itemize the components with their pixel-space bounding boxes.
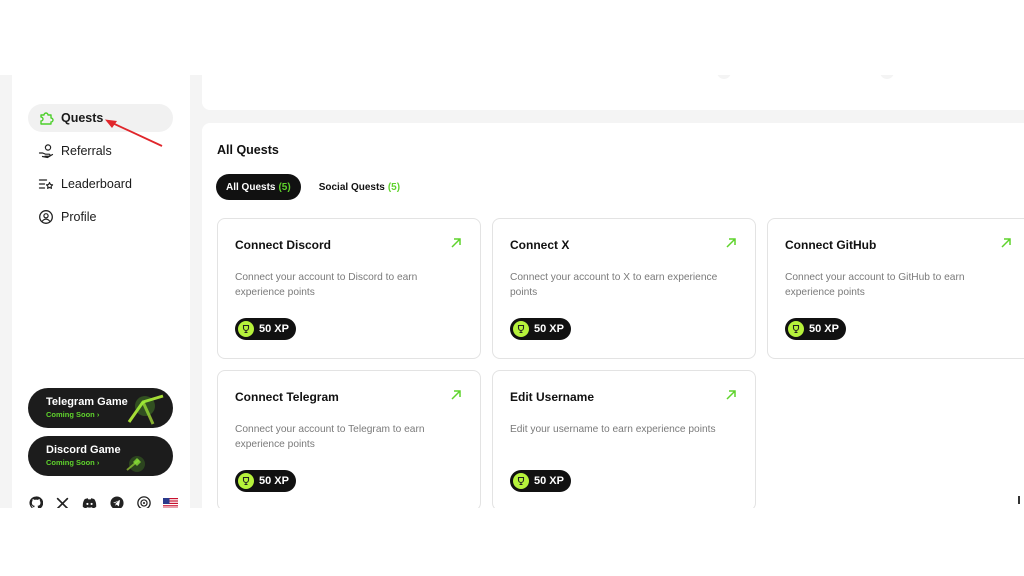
sidebar-item-leaderboard[interactable]: Leaderboard	[28, 170, 173, 198]
top-header-panel	[202, 75, 1024, 110]
x-icon[interactable]	[55, 496, 70, 508]
telegram-game-card[interactable]: Telegram Game Coming Soon ›	[28, 388, 173, 428]
tab-all-quests[interactable]: All Quests (5)	[216, 174, 301, 200]
xp-badge: 50 XP	[510, 318, 571, 340]
quest-description: Connect your account to X to earn experi…	[510, 272, 718, 298]
quest-card-connect-x[interactable]: Connect X Connect your account to X to e…	[492, 218, 756, 359]
quest-title: Edit Username	[510, 390, 595, 404]
quest-title: Connect X	[510, 238, 570, 252]
quest-title: Connect GitHub	[785, 238, 877, 252]
arrow-up-right-icon[interactable]	[450, 237, 462, 249]
tab-count: (5)	[278, 181, 291, 193]
annotation-arrow	[105, 119, 163, 147]
github-icon[interactable]	[28, 496, 43, 508]
sidebar-item-label: Profile	[61, 210, 97, 224]
discord-icon[interactable]	[82, 496, 97, 508]
xp-badge: 50 XP	[235, 470, 296, 492]
game-status: Coming Soon ›	[46, 410, 100, 419]
quest-card-connect-discord[interactable]: Connect Discord Connect your account to …	[217, 218, 481, 359]
user-circle-icon	[38, 209, 54, 225]
xp-value: 50 XP	[809, 323, 839, 335]
xp-badge: 50 XP	[510, 470, 571, 492]
quest-description: Connect your account to Telegram to earn…	[235, 424, 425, 450]
trophy-coin-icon	[513, 321, 529, 337]
globe-icon[interactable]	[136, 496, 151, 508]
quest-title: Connect Telegram	[235, 390, 339, 404]
quest-card-edit-username[interactable]: Edit Username Edit your username to earn…	[492, 370, 756, 508]
scrollbar-thumb[interactable]	[1018, 496, 1020, 504]
arrow-up-right-icon[interactable]	[725, 389, 737, 401]
trophy-coin-icon	[238, 321, 254, 337]
xp-value: 50 XP	[259, 475, 289, 487]
sidebar-item-label: Leaderboard	[61, 177, 132, 191]
app-frame: Quests Referrals Leaderboard Profile Tel…	[0, 75, 1024, 508]
quest-description: Connect your account to GitHub to earn e…	[785, 272, 965, 298]
trophy-coin-icon	[513, 473, 529, 489]
tab-social-quests[interactable]: Social Quests (5)	[309, 174, 410, 200]
quests-panel: All Quests All Quests (5) Social Quests (5…	[202, 123, 1024, 508]
arrow-up-right-icon[interactable]	[1000, 237, 1012, 249]
quest-card-connect-telegram[interactable]: Connect Telegram Connect your account to…	[217, 370, 481, 508]
puzzle-icon	[38, 110, 54, 126]
quest-title: Connect Discord	[235, 238, 332, 252]
sidebar-item-label: Quests	[61, 111, 104, 125]
left-gutter	[0, 75, 12, 508]
xp-value: 50 XP	[259, 323, 289, 335]
sidebar-item-profile[interactable]: Profile	[28, 203, 173, 231]
game-status: Coming Soon ›	[46, 458, 100, 467]
telegram-icon[interactable]	[109, 496, 124, 508]
trophy-coin-icon	[238, 473, 254, 489]
xp-badge: 50 XP	[235, 318, 296, 340]
social-links	[28, 495, 178, 508]
trophy-coin-icon	[788, 321, 804, 337]
list-star-icon	[38, 176, 54, 192]
tab-count: (5)	[387, 181, 401, 193]
quest-card-connect-github[interactable]: Connect GitHub Connect your account to G…	[767, 218, 1024, 359]
arrow-up-right-icon[interactable]	[450, 389, 462, 401]
quest-description: Edit your username to earn experience po…	[510, 424, 716, 435]
xp-badge: 50 XP	[785, 318, 846, 340]
arrow-up-right-icon[interactable]	[725, 237, 737, 249]
quest-description: Connect your account to Discord to earn …	[235, 272, 418, 298]
discord-game-card[interactable]: Discord Game Coming Soon ›	[28, 436, 173, 476]
quest-tabs: All Quests (5) Social Quests (5)	[216, 174, 410, 200]
hand-coin-icon	[38, 143, 54, 159]
xp-value: 50 XP	[534, 323, 564, 335]
game-title: Discord Game	[46, 444, 121, 456]
game-title: Telegram Game	[46, 396, 128, 408]
section-title: All Quests	[217, 143, 279, 157]
xp-value: 50 XP	[534, 475, 564, 487]
us-flag-icon[interactable]	[163, 496, 178, 508]
